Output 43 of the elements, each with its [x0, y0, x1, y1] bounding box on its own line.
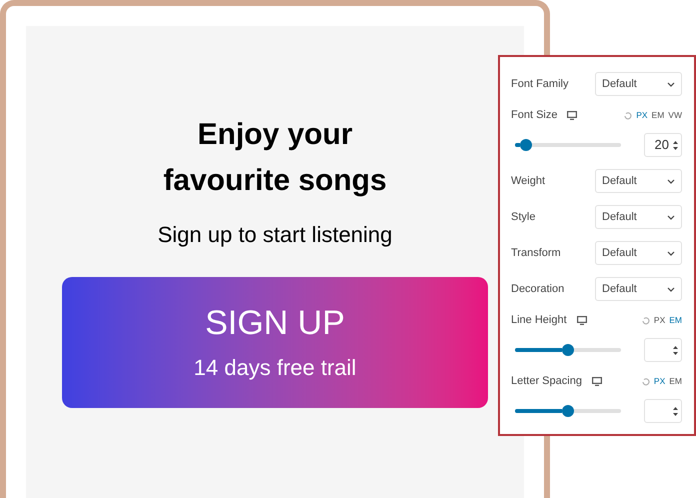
monitor-icon [576, 316, 587, 325]
chevron-down-icon [667, 214, 675, 220]
control-label: Font Size [511, 108, 558, 124]
spinner-icon[interactable] [672, 140, 679, 150]
spinner-icon[interactable] [672, 344, 679, 356]
dropdown[interactable]: Default [595, 277, 682, 301]
slider-thumb[interactable] [562, 405, 574, 417]
control-label: Line Height [511, 313, 567, 328]
unit-tab[interactable]: EM [669, 314, 682, 327]
spinner-icon[interactable] [672, 406, 679, 416]
control-label: Transform [511, 246, 561, 261]
control-label: Font Family [511, 76, 568, 92]
chevron-down-icon [667, 250, 675, 256]
unit-tab[interactable]: PX [654, 314, 666, 327]
slider-fill [515, 143, 520, 147]
control-label: Decoration [511, 282, 564, 297]
chevron-down-icon [667, 286, 675, 292]
slider-thumb[interactable] [562, 344, 574, 356]
unit-tab[interactable]: EM [669, 375, 682, 388]
slider-fill [515, 348, 562, 352]
control-label: Letter Spacing [511, 374, 582, 390]
unit-tab[interactable]: PX [636, 109, 648, 122]
number-field[interactable] [644, 338, 682, 362]
dropdown[interactable]: Default [595, 241, 682, 265]
number-field[interactable]: 20 [644, 133, 682, 157]
sign-up-button[interactable]: SIGN UP 14 days free trail [62, 277, 488, 408]
chevron-down-icon [667, 178, 675, 184]
preview-heading: Enjoy your favourite songs [162, 117, 388, 199]
unit-tab[interactable]: PX [654, 375, 666, 388]
monitor-icon [567, 111, 578, 120]
slider-fill [515, 409, 562, 413]
dropdown[interactable]: Default [595, 205, 682, 229]
dropdown[interactable]: Default [595, 72, 682, 96]
preview-subheading: Sign up to start listening [158, 221, 392, 249]
slider-thumb[interactable] [520, 139, 532, 151]
control-label: Weight [511, 174, 546, 189]
dropdown[interactable]: Default [595, 169, 682, 193]
control-label: Style [511, 210, 536, 225]
chevron-down-icon [667, 82, 675, 86]
unit-tab[interactable]: VW [668, 109, 682, 122]
unit-tab[interactable]: EM [652, 109, 664, 122]
monitor-icon [592, 377, 602, 386]
number-field[interactable] [644, 399, 682, 423]
